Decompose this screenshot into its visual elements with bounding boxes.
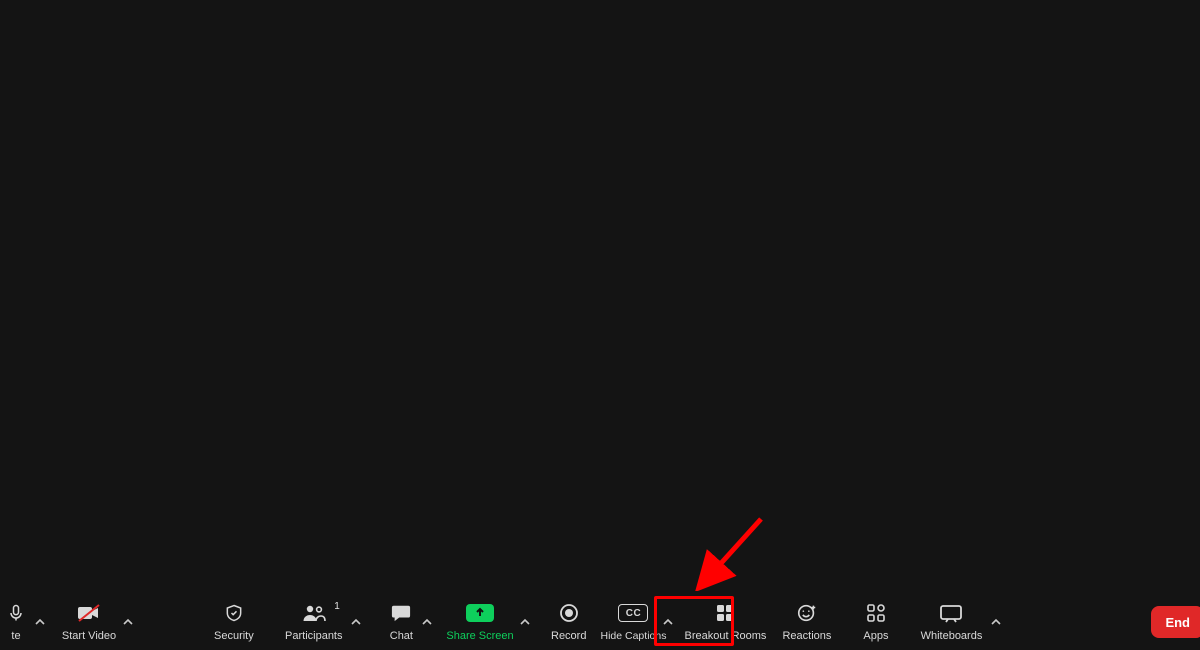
breakout-label: Breakout Rooms xyxy=(685,630,767,642)
apps-icon xyxy=(866,600,886,626)
start-video-button[interactable]: Start Video xyxy=(58,596,120,648)
mute-label: te xyxy=(11,630,20,642)
camera-off-icon xyxy=(77,600,101,626)
cc-icon: CC xyxy=(618,600,648,626)
captions-button[interactable]: CC Hide Captions xyxy=(606,596,660,648)
record-icon xyxy=(559,600,579,626)
captions-label: Hide Captions xyxy=(601,630,667,642)
whiteboard-icon xyxy=(939,600,963,626)
participants-options-chevron[interactable] xyxy=(348,596,364,648)
participants-icon xyxy=(301,600,327,626)
meeting-toolbar: te Start Video xyxy=(0,594,1200,650)
security-button[interactable]: Security xyxy=(208,596,260,648)
share-screen-button[interactable]: Share Screen xyxy=(443,596,517,648)
end-label: End xyxy=(1165,615,1190,630)
apps-label: Apps xyxy=(863,630,888,642)
video-options-chevron[interactable] xyxy=(120,596,136,648)
share-screen-icon xyxy=(466,600,494,626)
whiteboards-options-chevron[interactable] xyxy=(988,596,1004,648)
chat-options-chevron[interactable] xyxy=(419,596,435,648)
shield-icon xyxy=(224,600,244,626)
participants-button[interactable]: 1 Participants xyxy=(280,596,348,648)
captions-group: CC Hide Captions xyxy=(606,596,678,648)
grid-icon xyxy=(715,600,735,626)
microphone-icon xyxy=(6,600,26,626)
share-screen-label: Share Screen xyxy=(446,630,513,642)
smile-plus-icon xyxy=(796,600,818,626)
mute-options-chevron[interactable] xyxy=(32,596,48,648)
apps-button[interactable]: Apps xyxy=(857,596,894,648)
record-label: Record xyxy=(551,630,586,642)
whiteboards-button[interactable]: Whiteboards xyxy=(914,596,988,648)
mute-button[interactable]: te xyxy=(6,596,32,648)
share-options-chevron[interactable] xyxy=(517,596,533,648)
start-video-label: Start Video xyxy=(62,630,116,642)
record-button[interactable]: Record xyxy=(545,596,592,648)
breakout-rooms-button[interactable]: Breakout Rooms xyxy=(682,596,768,648)
chat-icon xyxy=(390,600,412,626)
participants-count: 1 xyxy=(334,601,340,612)
meeting-stage: te Start Video xyxy=(0,0,1200,650)
chat-label: Chat xyxy=(390,630,413,642)
reactions-button[interactable]: Reactions xyxy=(776,596,837,648)
whiteboards-label: Whiteboards xyxy=(921,630,983,642)
security-label: Security xyxy=(214,630,254,642)
participants-label: Participants xyxy=(285,630,342,642)
chat-button[interactable]: Chat xyxy=(384,596,419,648)
annotation-arrow-icon xyxy=(691,511,771,591)
end-meeting-button[interactable]: End xyxy=(1151,606,1200,638)
reactions-label: Reactions xyxy=(782,630,831,642)
